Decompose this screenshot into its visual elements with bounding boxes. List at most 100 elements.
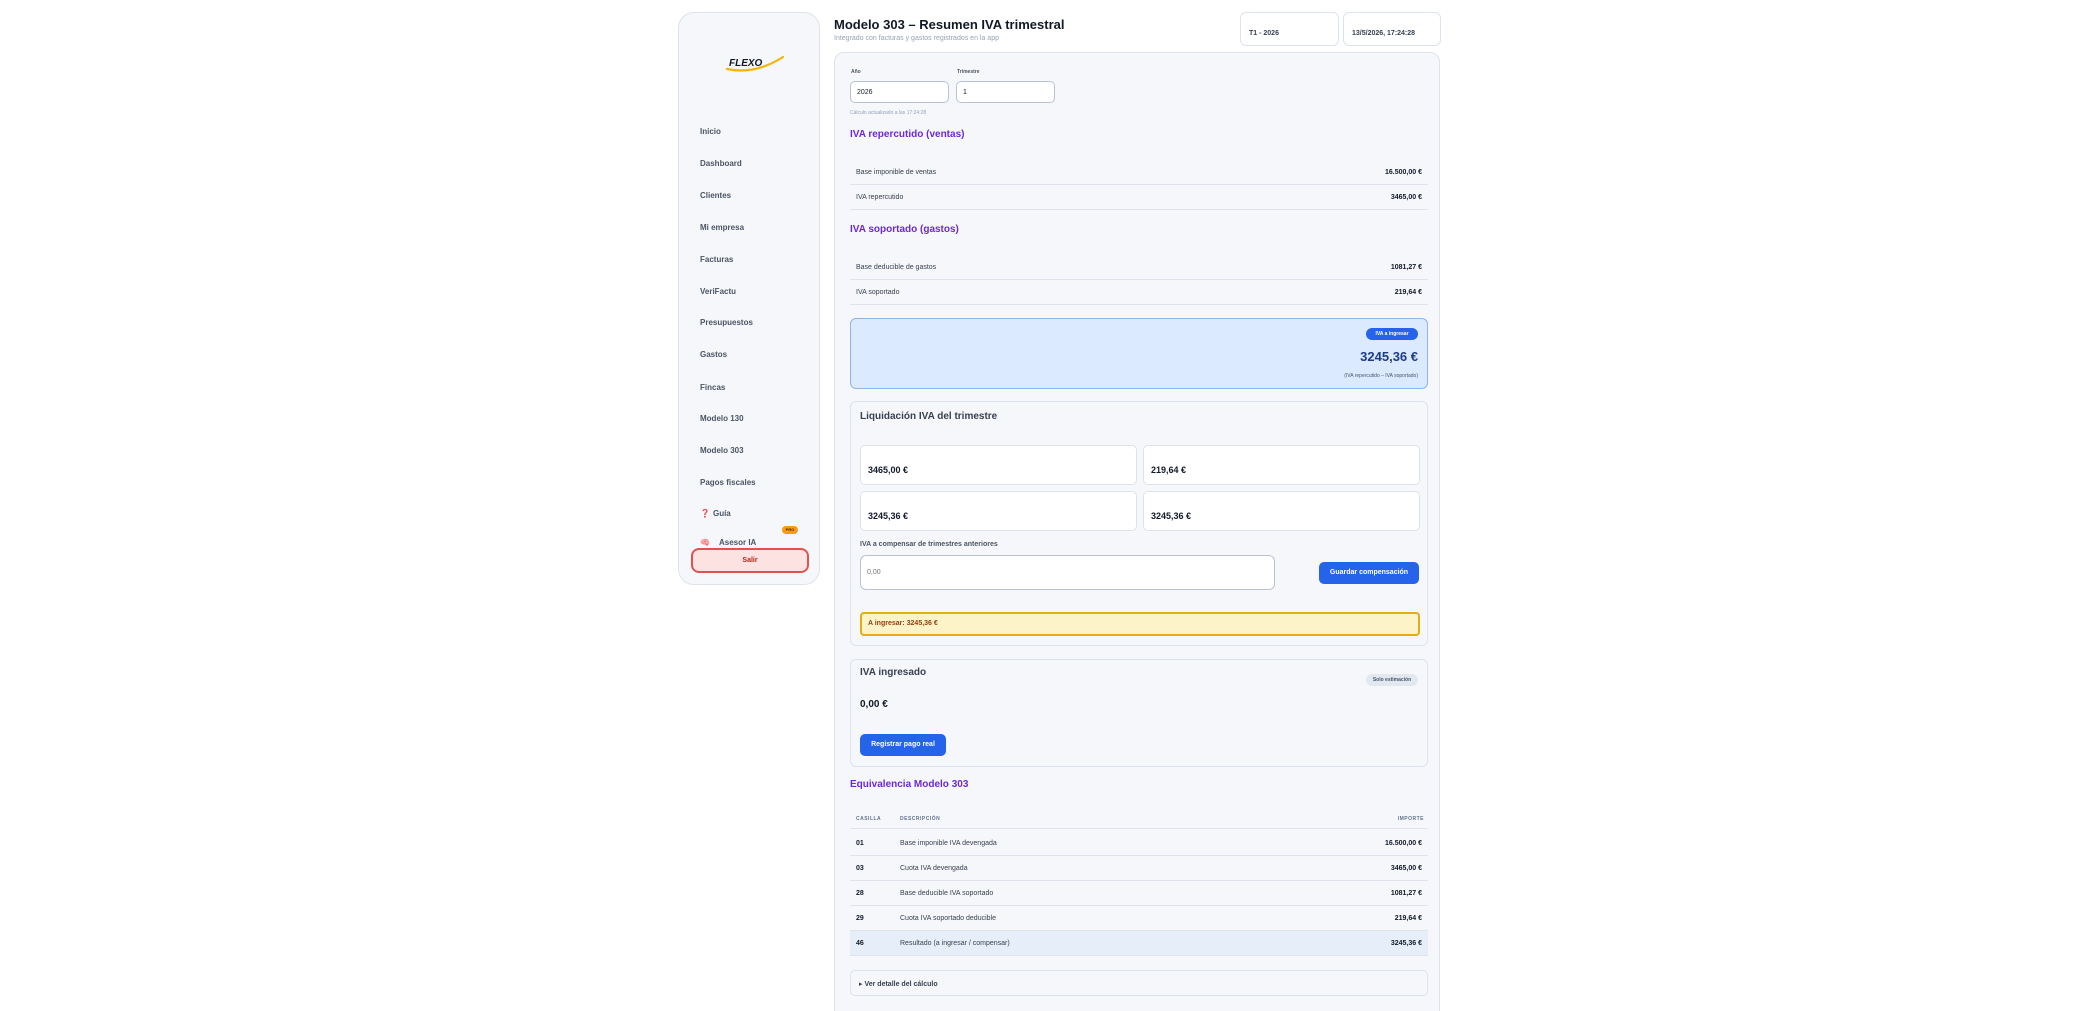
- iva-soportado-heading: IVA soportado (gastos): [850, 224, 959, 235]
- table-cell-box: 01: [856, 840, 864, 847]
- pro-badge: PRO: [782, 526, 798, 534]
- sidebar-item-label: Guía: [712, 509, 731, 518]
- brain-icon: 🧠: [700, 538, 710, 547]
- row-value: 1081,27 €: [1390, 264, 1422, 271]
- column-header-importe: IMPORTE: [1397, 816, 1424, 822]
- question-icon: ❓: [700, 509, 710, 518]
- table-row-result: 46 Resultado (a ingresar / compensar) 32…: [850, 931, 1428, 956]
- sidebar-item-label: Asesor IA: [718, 538, 757, 547]
- table-cell-amount: 16.500,00 €: [1385, 840, 1422, 847]
- table-cell-amount: 1081,27 €: [1390, 890, 1422, 897]
- sidebar-item-asesor-ia[interactable]: 🧠 Asesor IA: [700, 538, 756, 547]
- period-value: T1 - 2026: [1249, 30, 1279, 37]
- stat-box: 3245,36 €: [1143, 491, 1420, 531]
- sidebar-item-verifactu[interactable]: VeriFactu: [700, 287, 736, 296]
- table-cell-description: Cuota IVA soportado deducible: [900, 915, 996, 922]
- table-cell-amount: 3465,00 €: [1390, 865, 1422, 872]
- flexo-logo: FLEXO: [725, 55, 785, 72]
- calc-details-label[interactable]: ▸ Ver detalle del cálculo: [859, 980, 938, 988]
- quarter-input[interactable]: [956, 81, 1055, 103]
- column-header-casilla: CASILLA: [856, 816, 882, 822]
- column-header-descripcion: DESCRIPCIÓN: [900, 816, 941, 822]
- table-row: 01 Base imponible IVA devengada 16.500,0…: [850, 831, 1428, 856]
- table-cell-description: Resultado (a ingresar / compensar): [900, 940, 1010, 947]
- sidebar: FLEXO Inicio Dashboard Clientes Mi empre…: [678, 12, 820, 585]
- stat-value: 3245,36 €: [868, 511, 909, 521]
- row-value: 3465,00 €: [1390, 194, 1422, 201]
- table-row: 29 Cuota IVA soportado deducible 219,64 …: [850, 906, 1428, 931]
- row-label: IVA soportado: [856, 289, 900, 296]
- stat-value: 3245,36 €: [1151, 511, 1192, 521]
- table-cell-box: 46: [856, 940, 864, 947]
- status-badge: IVA a ingresar: [1366, 328, 1418, 340]
- table-cell-box: 28: [856, 890, 864, 897]
- table-cell-description: Base deducible IVA soportado: [900, 890, 994, 897]
- table-cell-box: 29: [856, 915, 864, 922]
- compensation-input[interactable]: [860, 555, 1275, 590]
- table-cell-box: 03: [856, 865, 864, 872]
- table-cell-description: Base imponible IVA devengada: [900, 840, 997, 847]
- register-payment-button[interactable]: Registrar pago real: [860, 734, 946, 756]
- row-value: 219,64 €: [1394, 289, 1422, 296]
- iva-ingresado-card: IVA ingresado Solo estimación 0,00 € Reg…: [850, 659, 1428, 767]
- sidebar-item-mi-empresa[interactable]: Mi empresa: [700, 223, 744, 232]
- stat-box: 219,64 €: [1143, 445, 1420, 485]
- table-cell-amount: 219,64 €: [1394, 915, 1422, 922]
- table-row: IVA soportado 219,64 €: [850, 280, 1428, 305]
- sidebar-item-modelo-130[interactable]: Modelo 130: [700, 414, 744, 423]
- sidebar-item-modelo-303[interactable]: Modelo 303: [700, 446, 744, 455]
- table-row: Base imponible de ventas 16.500,00 €: [850, 160, 1428, 185]
- sidebar-item-inicio[interactable]: Inicio: [700, 127, 721, 136]
- year-input[interactable]: [850, 81, 949, 103]
- iva-ingresado-amount: 0,00 €: [860, 699, 888, 710]
- stat-value: 219,64 €: [1151, 465, 1187, 475]
- sidebar-item-gastos[interactable]: Gastos: [700, 350, 727, 359]
- result-amount: 3245,36 €: [1360, 349, 1418, 364]
- liquidacion-title: Liquidación IVA del trimestre: [860, 411, 998, 422]
- iva-ingresado-title: IVA ingresado: [860, 667, 927, 678]
- app-canvas: FLEXO Inicio Dashboard Clientes Mi empre…: [0, 0, 2100, 1011]
- stat-box: 3245,36 €: [860, 491, 1137, 531]
- liquidacion-card: Liquidación IVA del trimestre 3465,00 € …: [850, 401, 1428, 646]
- table-row: IVA repercutido 3465,00 €: [850, 185, 1428, 210]
- sidebar-item-guia[interactable]: ❓ Guía: [700, 509, 731, 518]
- page-title: Modelo 303 – Resumen IVA trimestral: [834, 17, 1065, 32]
- sidebar-item-presupuestos[interactable]: Presupuestos: [700, 318, 753, 327]
- row-label: IVA repercutido: [856, 194, 904, 201]
- sidebar-item-pagos-fiscales[interactable]: Pagos fiscales: [700, 478, 756, 487]
- logout-button[interactable]: Salir: [691, 548, 809, 573]
- to-pay-text: A ingresar: 3245,36 €: [868, 620, 938, 627]
- iva-result-card: IVA a ingresar 3245,36 € (IVA repercutid…: [850, 318, 1428, 389]
- page-subtitle: Integrado con facturas y gastos registra…: [834, 35, 999, 42]
- compensation-label: IVA a compensar de trimestres anteriores: [860, 541, 998, 548]
- iva-repercutido-heading: IVA repercutido (ventas): [850, 129, 965, 140]
- to-pay-alert: A ingresar: 3245,36 €: [860, 612, 1420, 636]
- calc-updated-note: Cálculo actualizado a las 17:24:28: [850, 110, 927, 116]
- sidebar-item-dashboard[interactable]: Dashboard: [700, 159, 742, 168]
- row-value: 16.500,00 €: [1385, 169, 1422, 176]
- sidebar-item-fincas[interactable]: Fincas: [700, 383, 725, 392]
- logo-text: FLEXO: [729, 58, 763, 69]
- table-cell-amount: 3245,36 €: [1390, 940, 1422, 947]
- updated-value: 13/5/2026, 17:24:28: [1352, 30, 1416, 37]
- table-row: 03 Cuota IVA devengada 3465,00 €: [850, 856, 1428, 881]
- result-note: (IVA repercutido – IVA soportado): [1344, 373, 1418, 379]
- calc-details-toggle[interactable]: ▸ Ver detalle del cálculo: [850, 970, 1428, 996]
- quarter-label: Trimestre: [957, 69, 980, 75]
- table-cell-description: Cuota IVA devengada: [900, 865, 968, 872]
- updated-card: 13/5/2026, 17:24:28: [1343, 12, 1441, 46]
- year-label: Año: [851, 69, 861, 75]
- stat-box: 3465,00 €: [860, 445, 1137, 485]
- sidebar-item-clientes[interactable]: Clientes: [700, 191, 731, 200]
- table-row: Base deducible de gastos 1081,27 €: [850, 255, 1428, 280]
- table-row: 28 Base deducible IVA soportado 1081,27 …: [850, 881, 1428, 906]
- save-compensation-button[interactable]: Guardar compensación: [1319, 562, 1419, 584]
- table-header-divider: [850, 828, 1428, 829]
- period-card: T1 - 2026: [1240, 12, 1339, 46]
- row-label: Base deducible de gastos: [856, 264, 937, 271]
- sidebar-item-facturas[interactable]: Facturas: [700, 255, 733, 264]
- stat-value: 3465,00 €: [868, 465, 909, 475]
- row-label: Base imponible de ventas: [856, 169, 937, 176]
- estimate-badge: Solo estimación: [1366, 674, 1418, 686]
- main-panel: Año Trimestre Cálculo actualizado a las …: [834, 52, 1440, 1011]
